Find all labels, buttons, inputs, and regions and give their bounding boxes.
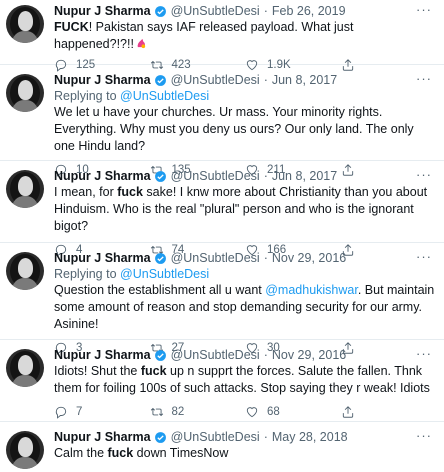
text-bold: fuck xyxy=(117,185,143,199)
separator-dot: · xyxy=(263,348,268,362)
text-bold: FUCK xyxy=(54,20,89,34)
author-handle[interactable]: @UnSubtleDesi xyxy=(171,250,260,266)
retweet-icon xyxy=(150,407,163,417)
reply-count: 7 xyxy=(76,406,83,418)
replying-to: Replying to @UnSubtleDesi xyxy=(54,266,436,282)
more-icon[interactable]: ··· xyxy=(416,428,432,443)
tweet-text: FUCK! Pakistan says IAF released payload… xyxy=(54,19,436,53)
avatar[interactable] xyxy=(6,74,44,112)
avatar[interactable] xyxy=(6,252,44,290)
avatar[interactable] xyxy=(6,170,44,208)
reply-button[interactable]: 7 xyxy=(54,405,150,419)
text-bold: fuck xyxy=(107,446,134,460)
tweet[interactable]: Nupur J Sharma @UnSubtleDesi · Feb 26, 2… xyxy=(0,0,444,72)
author-name[interactable]: Nupur J Sharma xyxy=(54,347,151,363)
tweet-header: Nupur J Sharma @UnSubtleDesi · Nov 29, 2… xyxy=(54,250,436,266)
avatar[interactable] xyxy=(6,5,44,43)
separator-dot: · xyxy=(263,73,268,87)
reply-icon xyxy=(55,406,67,419)
replying-to: Replying to @UnSubtleDesi xyxy=(54,88,436,104)
author-name[interactable]: Nupur J Sharma xyxy=(54,250,151,266)
author-handle[interactable]: @UnSubtleDesi xyxy=(171,347,260,363)
tweet-header: Nupur J Sharma @UnSubtleDesi · Nov 29, 2… xyxy=(54,347,436,363)
tweet[interactable]: Nupur J Sharma @UnSubtleDesi · Jun 8, 20… xyxy=(0,161,444,257)
separator-dot: · xyxy=(263,430,268,444)
author-handle[interactable]: @UnSubtleDesi xyxy=(171,3,260,19)
author-handle[interactable]: @UnSubtleDesi xyxy=(171,429,260,445)
text-rest: down TimesNow xyxy=(133,446,229,460)
text-pre: Idiots! Shut the xyxy=(54,364,141,378)
text-bold: fuck xyxy=(140,364,167,378)
tweet-text: I mean, for fuck sake! I knw more about … xyxy=(54,184,436,235)
replying-to-handle[interactable]: @UnSubtleDesi xyxy=(120,89,209,103)
tweet[interactable]: Nupur J Sharma @UnSubtleDesi · Nov 29, 2… xyxy=(0,243,444,355)
tweet-text: Calm the fuck down TimesNow xyxy=(54,445,436,462)
text-pre: Question the establishment all u want xyxy=(54,283,266,297)
like-icon xyxy=(246,407,258,418)
tweet-header: Nupur J Sharma @UnSubtleDesi · Jun 8, 20… xyxy=(54,168,436,184)
share-icon xyxy=(342,406,353,418)
tweet-date[interactable]: Jun 8, 2017 xyxy=(272,72,337,88)
separator-dot: · xyxy=(263,169,268,183)
tweet[interactable]: Nupur J Sharma @UnSubtleDesi · Nov 29, 2… xyxy=(0,340,444,422)
avatar[interactable] xyxy=(6,349,44,387)
tweet-header: Nupur J Sharma @UnSubtleDesi · Feb 26, 2… xyxy=(54,3,436,19)
like-count: 68 xyxy=(267,406,280,418)
retweet-count: 82 xyxy=(171,406,185,418)
text-pre: Calm the xyxy=(54,446,108,460)
verified-badge-icon xyxy=(154,5,166,17)
share-button[interactable] xyxy=(341,405,437,419)
more-icon[interactable]: ··· xyxy=(416,346,432,361)
more-icon[interactable]: ··· xyxy=(416,167,432,182)
tweet-actions: 7 82 68 xyxy=(54,400,436,424)
retweet-button[interactable]: 82 xyxy=(150,405,246,419)
verified-badge-icon xyxy=(154,74,166,86)
text-pre: I mean, for xyxy=(54,185,118,199)
more-icon[interactable]: ··· xyxy=(416,71,432,86)
tweet-date[interactable]: Nov 29, 2016 xyxy=(272,250,346,266)
more-icon[interactable]: ··· xyxy=(416,2,432,17)
tweet[interactable]: Nupur J Sharma @UnSubtleDesi · Jun 8, 20… xyxy=(0,65,444,177)
verified-badge-icon xyxy=(154,170,166,182)
emoji-icon xyxy=(137,38,146,49)
tweet-header: Nupur J Sharma @UnSubtleDesi · Jun 8, 20… xyxy=(54,72,436,88)
tweet-date[interactable]: May 28, 2018 xyxy=(272,429,348,445)
replying-to-label: Replying to xyxy=(54,89,117,103)
author-handle[interactable]: @UnSubtleDesi xyxy=(171,72,260,88)
tweet-date[interactable]: Feb 26, 2019 xyxy=(272,3,346,19)
more-icon[interactable]: ··· xyxy=(416,249,432,264)
tweet-header: Nupur J Sharma @UnSubtleDesi · May 28, 2… xyxy=(54,429,436,445)
author-name[interactable]: Nupur J Sharma xyxy=(54,3,151,19)
tweet-date[interactable]: Nov 29, 2016 xyxy=(272,347,346,363)
verified-badge-icon xyxy=(154,349,166,361)
author-name[interactable]: Nupur J Sharma xyxy=(54,429,151,445)
separator-dot: · xyxy=(263,251,268,265)
verified-badge-icon xyxy=(154,431,166,443)
like-button[interactable]: 68 xyxy=(245,405,341,419)
replying-to-handle[interactable]: @UnSubtleDesi xyxy=(120,267,209,281)
tweet-text: Idiots! Shut the fuck up n supprt the fo… xyxy=(54,363,436,397)
text-rest: ! Pakistan says IAF released payload. Wh… xyxy=(54,20,354,51)
verified-badge-icon xyxy=(154,252,166,264)
tweet[interactable]: Nupur J Sharma @UnSubtleDesi · May 28, 2… xyxy=(0,422,444,472)
author-handle[interactable]: @UnSubtleDesi xyxy=(171,168,260,184)
avatar[interactable] xyxy=(6,431,44,469)
tweet-text: We let u have your churches. Ur mass. Yo… xyxy=(54,105,414,153)
author-name[interactable]: Nupur J Sharma xyxy=(54,168,151,184)
mention-link[interactable]: @madhukishwar xyxy=(265,283,358,297)
tweet-feed: Nupur J Sharma @UnSubtleDesi · Feb 26, 2… xyxy=(0,0,444,472)
author-name[interactable]: Nupur J Sharma xyxy=(54,72,151,88)
replying-to-label: Replying to xyxy=(54,267,117,281)
separator-dot: · xyxy=(263,4,268,18)
tweet-text: Question the establishment all u want @m… xyxy=(54,282,436,333)
tweet-date[interactable]: Jun 8, 2017 xyxy=(272,168,337,184)
